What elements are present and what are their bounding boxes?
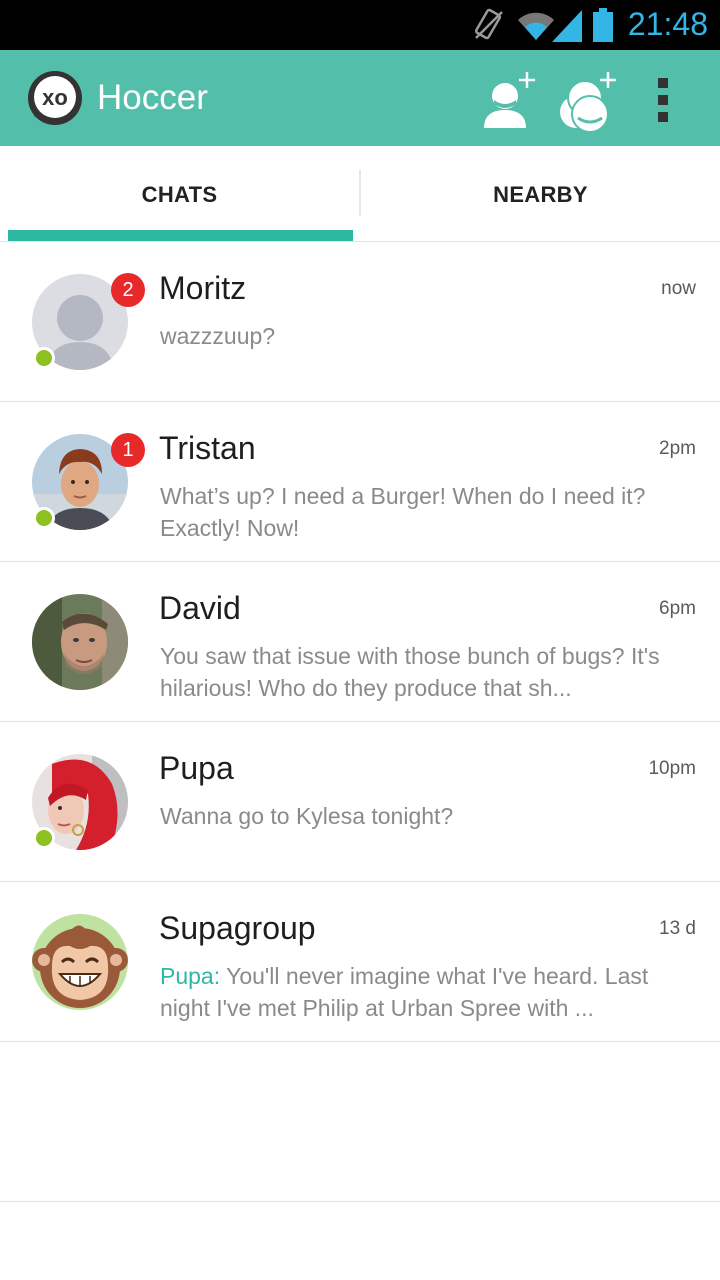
tab-chats-label: CHATS <box>141 182 218 207</box>
tab-nearby-label: NEARBY <box>493 182 588 207</box>
tab-indicator <box>8 230 353 241</box>
avatar <box>32 594 128 690</box>
chat-name: Pupa <box>159 750 234 786</box>
add-contact-button[interactable] <box>478 70 540 132</box>
chat-time: now <box>661 278 696 299</box>
chat-time: 10pm <box>648 758 696 779</box>
hoccer-logo-icon: xo <box>28 71 82 125</box>
preview-text: You'll never imagine what I've heard. La… <box>160 963 649 1021</box>
app-bar: xo Hoccer <box>0 50 720 146</box>
wifi-icon <box>518 12 554 40</box>
chat-name: David <box>159 590 241 626</box>
unread-badge: 1 <box>111 433 145 467</box>
tab-nearby[interactable]: NEARBY <box>361 146 720 242</box>
overflow-menu-button[interactable] <box>640 70 684 132</box>
chat-item-david[interactable]: David 6pm You saw that issue with those … <box>0 562 720 722</box>
unread-badge: 2 <box>111 273 145 307</box>
chat-preview: What’s up? I need a Burger! When do I ne… <box>160 483 646 541</box>
preview-sender: Pupa: <box>160 963 221 989</box>
chat-preview: Wanna go to Kylesa tonight? <box>160 803 454 829</box>
signal-icon <box>552 10 582 42</box>
add-group-icon <box>560 72 616 133</box>
add-group-button[interactable] <box>556 70 618 133</box>
chat-preview: You saw that issue with those bunch of b… <box>160 643 660 701</box>
chat-item-moritz[interactable]: 2 Moritz now wazzzuup? <box>0 242 720 402</box>
chat-time: 6pm <box>659 598 696 619</box>
monkey-avatar-icon <box>32 914 128 1010</box>
chat-item-tristan[interactable]: 1 Tristan 2pm What’s up? I need a Burger… <box>0 402 720 562</box>
chat-time: 2pm <box>659 438 696 459</box>
online-indicator <box>33 347 55 369</box>
avatar <box>32 914 128 1010</box>
chat-item-pupa[interactable]: Pupa 10pm Wanna go to Kylesa tonight? <box>0 722 720 882</box>
chat-name: Tristan <box>159 430 256 466</box>
chat-preview: Pupa: You'll never imagine what I've hea… <box>160 960 670 1024</box>
chat-time: 13 d <box>659 918 696 939</box>
online-indicator <box>33 827 55 849</box>
add-contact-icon <box>484 72 535 128</box>
online-indicator <box>33 507 55 529</box>
tab-bar: CHATS NEARBY <box>0 146 720 242</box>
status-time: 21:48 <box>627 6 708 42</box>
battery-icon <box>593 8 613 42</box>
app-title: Hoccer <box>97 78 208 117</box>
chat-name: Supagroup <box>159 910 316 946</box>
vibrate-icon <box>474 8 503 40</box>
logo-text: xo <box>42 85 68 110</box>
tab-chats[interactable]: CHATS <box>0 146 359 242</box>
chat-name: Moritz <box>159 270 247 306</box>
chat-item-supagroup[interactable]: Supagroup 13 d Pupa: You'll never imagin… <box>0 882 720 1042</box>
chat-preview: wazzzuup? <box>160 323 276 349</box>
list-bottom-divider <box>0 1201 720 1202</box>
status-bar: 21:48 <box>0 0 720 50</box>
user-photo-icon <box>32 594 128 690</box>
overflow-menu-icon <box>658 78 668 122</box>
